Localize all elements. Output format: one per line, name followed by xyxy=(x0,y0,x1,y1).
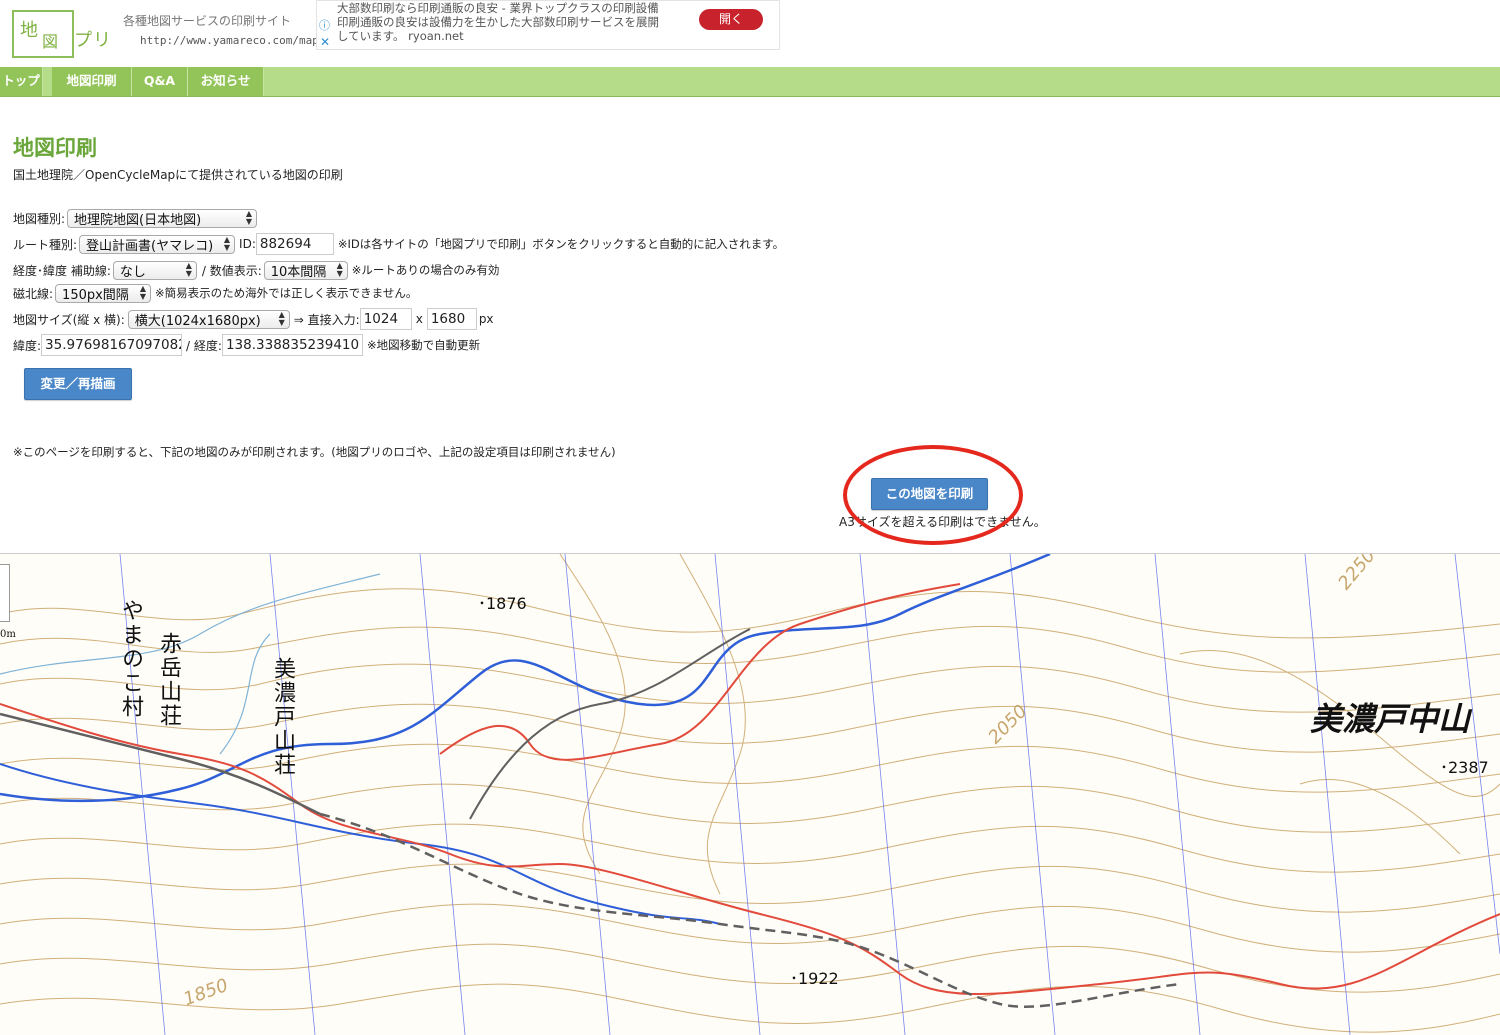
latitude-label: 緯度: xyxy=(13,338,42,353)
label-minoto-nakayama: 美濃戸中山 xyxy=(1310,700,1471,738)
main-nav: トップ 地図印刷 Q&A お知らせ xyxy=(0,67,1500,97)
size-separator: x xyxy=(415,312,423,326)
contour-lines xyxy=(0,554,1500,1033)
size-row: 地図サイズ(縦 x 横): 横大(1024x1680px) ▲ ▼ ⇒ 直接入力:… xyxy=(13,308,494,330)
nav-item-map-print[interactable]: 地図印刷 xyxy=(52,67,132,96)
map-type-select[interactable]: 地理院地図(日本地図) ▲ ▼ xyxy=(67,208,258,228)
meridian-lines xyxy=(119,554,1500,1035)
topo-map[interactable]: 0m やまのこ村 赤岳山荘 美濃戸山荘 美濃戸中山 ･1876 ･1922 ･2… xyxy=(0,553,1500,1035)
size-value: 横大(1024x1680px) xyxy=(134,313,261,329)
route-type-value: 登山計画書(ヤマレコ) xyxy=(86,238,214,254)
select-arrows-icon: ▲ ▼ xyxy=(336,261,343,278)
ad-open-button[interactable]: 開く xyxy=(699,9,763,30)
ad-banner[interactable]: ⓘ ✕ 大部数印刷なら印刷通販の良安 - 業界トップクラスの印刷設備 印刷通販の… xyxy=(316,0,780,50)
route-type-select[interactable]: 登山計画書(ヤマレコ) ▲ ▼ xyxy=(79,234,236,254)
size-select[interactable]: 横大(1024x1680px) ▲ ▼ xyxy=(127,309,290,329)
grid-select[interactable]: なし ▲ ▼ xyxy=(112,260,197,280)
logo-char-2: 図 xyxy=(42,32,59,51)
site-logo[interactable]: 地 図 プリ xyxy=(12,10,112,58)
grid-row: 経度･緯度 補助線: なし ▲ ▼ / 数値表示: 10本間隔 ▲ ▼ ※ルートあり… xyxy=(13,259,499,281)
value-display-value: 10本間隔 xyxy=(270,264,327,280)
map-canvas xyxy=(0,554,1500,1035)
header: 地 図 プリ 各種地図サービスの印刷サイト http://www.yamarec… xyxy=(0,0,1500,66)
select-arrows-icon: ▲ ▼ xyxy=(278,310,285,327)
longitude-label: / 経度: xyxy=(186,338,222,353)
logo-char-1: 地 xyxy=(20,20,38,41)
grid-label: 経度･緯度 補助線: xyxy=(13,263,111,278)
direct-input-label: ⇒ 直接入力: xyxy=(293,312,360,327)
logo-char-3: プリ xyxy=(74,30,112,51)
magnetic-row: 磁北線: 150px間隔 ▲ ▼ ※簡易表示のため海外では正しく表示できません。 xyxy=(13,282,417,304)
magnetic-note: ※簡易表示のため海外では正しく表示できません。 xyxy=(155,286,418,300)
redraw-button[interactable]: 変更／再描画 xyxy=(24,368,132,400)
width-input[interactable]: 1680 xyxy=(426,308,477,330)
route-type-label: ルート種別: xyxy=(13,237,78,252)
height-input[interactable]: 1024 xyxy=(359,308,412,330)
select-arrows-icon: ▲ ▼ xyxy=(139,284,147,301)
id-input[interactable]: 882694 xyxy=(255,233,334,255)
map-type-label: 地図種別: xyxy=(13,211,66,226)
ad-line-2: 印刷通販の良安は設備力を生かした大部数印刷サービスを展開 xyxy=(337,15,659,29)
site-tagline: 各種地図サービスの印刷サイト xyxy=(123,14,292,28)
magnetic-label: 磁北線: xyxy=(13,286,54,301)
magnetic-value: 150px間隔 xyxy=(62,287,129,303)
highlight-circle xyxy=(843,445,1023,545)
coordinates-row: 緯度: 35.976981670970828 / 経度: 138.3388352… xyxy=(13,334,480,356)
map-type-value: 地理院地図(日本地図) xyxy=(74,212,202,228)
magnetic-select[interactable]: 150px間隔 ▲ ▼ xyxy=(55,283,152,303)
print-note: ※このページを印刷すると、下記の地図のみが印刷されます。(地図プリのロゴや、上記… xyxy=(13,445,616,459)
gray-dashed-track xyxy=(319,812,1181,1008)
ad-text[interactable]: 大部数印刷なら印刷通販の良安 - 業界トップクラスの印刷設備 印刷通販の良安は設… xyxy=(337,1,687,43)
select-arrows-icon: ▲ ▼ xyxy=(245,209,253,226)
page-description: 国土地理院／OpenCycleMapにて提供されている地図の印刷 xyxy=(13,168,343,182)
label-minoto-sanso: 美濃戸山荘 xyxy=(270,657,295,777)
zoom-control[interactable] xyxy=(0,564,10,622)
map-type-row: 地図種別: 地理院地図(日本地図) ▲ ▼ xyxy=(13,207,258,229)
spot-height-1922: ･1922 xyxy=(790,969,839,988)
id-label: ID: xyxy=(239,237,256,251)
auto-update-note: ※地図移動で自動更新 xyxy=(366,338,481,352)
info-icon[interactable]: ⓘ xyxy=(319,17,330,33)
label-yamanoko: やまのこ村 xyxy=(118,599,143,719)
px-unit: px xyxy=(478,312,494,326)
value-note: ※ルートありの場合のみ有効 xyxy=(351,263,500,277)
spot-height-1876: ･1876 xyxy=(478,594,527,613)
close-icon[interactable]: ✕ xyxy=(320,35,330,49)
label-akadake-sanso: 赤岳山荘 xyxy=(156,632,181,728)
select-arrows-icon: ▲ ▼ xyxy=(185,261,192,278)
value-display-label: / 数値表示: xyxy=(201,263,262,278)
longitude-input[interactable]: 138.338835239410 xyxy=(221,334,363,356)
nav-item-top[interactable]: トップ xyxy=(0,67,43,96)
nav-item-qa[interactable]: Q&A xyxy=(132,67,188,96)
ad-line-1: 大部数印刷なら印刷通販の良安 - 業界トップクラスの印刷設備 xyxy=(337,1,659,15)
nav-item-news[interactable]: お知らせ xyxy=(188,67,264,96)
latitude-input[interactable]: 35.976981670970828 xyxy=(41,334,183,356)
spot-height-2387: ･2387 xyxy=(1440,758,1489,777)
grid-value: なし xyxy=(119,264,146,280)
route-type-row: ルート種別: 登山計画書(ヤマレコ) ▲ ▼ ID: 882694 ※IDは各サイ… xyxy=(13,233,784,255)
scale-label: 0m xyxy=(0,629,16,640)
size-label: 地図サイズ(縦 x 横): xyxy=(13,312,125,327)
value-display-select[interactable]: 10本間隔 ▲ ▼ xyxy=(263,260,348,280)
ad-line-3: しています。 ryoan.net xyxy=(337,29,464,43)
gray-track-upper xyxy=(469,628,751,820)
page-title: 地図印刷 xyxy=(13,136,97,160)
blue-route-lower xyxy=(0,763,721,925)
site-url: http://www.yamareco.com/map/ xyxy=(140,34,326,47)
id-note: ※IDは各サイトの「地図プリで印刷」ボタンをクリックすると自動的に記入されます。 xyxy=(337,237,785,251)
select-arrows-icon: ▲ ▼ xyxy=(223,235,231,252)
